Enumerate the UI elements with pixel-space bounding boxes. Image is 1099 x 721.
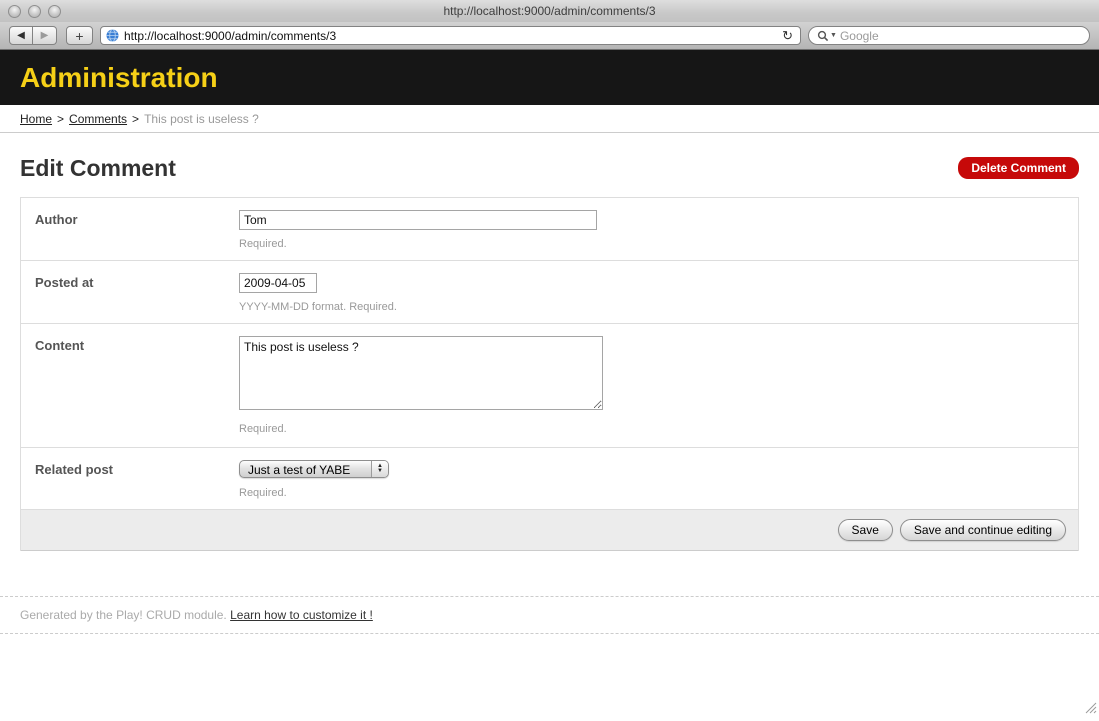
titlebar: http://localhost:9000/admin/comments/3 xyxy=(0,0,1099,22)
select-arrows-icon: ▲▼ xyxy=(371,461,388,477)
content-textarea[interactable]: This post is useless ? xyxy=(239,336,603,410)
search-options-caret-icon: ▼ xyxy=(830,32,837,39)
content-label: Content xyxy=(35,336,239,435)
edit-comment-form: Author Required. Posted at YYYY-MM-DD fo… xyxy=(20,197,1079,551)
save-button[interactable]: Save xyxy=(838,519,893,541)
delete-comment-button[interactable]: Delete Comment xyxy=(958,157,1079,179)
search-input[interactable]: ▼ Google xyxy=(808,26,1090,45)
page-title: Edit Comment xyxy=(20,155,176,182)
posted-at-help: YYYY-MM-DD format. Required. xyxy=(239,301,1064,313)
breadcrumb: Home > Comments > This post is useless ? xyxy=(0,105,1099,133)
related-post-label: Related post xyxy=(35,460,239,499)
main-content: Edit Comment Delete Comment Author Requi… xyxy=(0,153,1099,551)
search-icon: ▼ xyxy=(817,30,837,42)
back-button[interactable]: ◀ xyxy=(9,26,33,45)
reload-icon[interactable]: ↻ xyxy=(780,27,795,44)
related-post-select[interactable]: Just a test of YABE ▲▼ xyxy=(239,460,389,478)
url-text: http://localhost:9000/admin/comments/3 xyxy=(124,29,775,43)
breadcrumb-comments-link[interactable]: Comments xyxy=(69,112,127,126)
url-field[interactable]: http://localhost:9000/admin/comments/3 ↻ xyxy=(100,26,801,45)
resize-grip-icon[interactable] xyxy=(1084,701,1097,719)
posted-at-input[interactable] xyxy=(239,273,317,293)
content-help: Required. xyxy=(239,423,1064,435)
footer-text: Generated by the Play! CRUD module. xyxy=(20,608,227,622)
breadcrumb-separator: > xyxy=(132,112,139,126)
search-placeholder: Google xyxy=(840,29,879,43)
new-tab-button[interactable]: + xyxy=(66,26,93,45)
page-head: Edit Comment Delete Comment xyxy=(20,153,1079,183)
nav-buttons: ◀ ▶ xyxy=(9,26,57,45)
breadcrumb-home-link[interactable]: Home xyxy=(20,112,52,126)
footer-customize-link[interactable]: Learn how to customize it ! xyxy=(230,608,373,622)
author-label: Author xyxy=(35,210,239,250)
author-help: Required. xyxy=(239,238,1064,250)
form-row-related-post: Related post Just a test of YABE ▲▼ Requ… xyxy=(21,448,1078,510)
posted-at-label: Posted at xyxy=(35,273,239,313)
forward-button[interactable]: ▶ xyxy=(33,26,57,45)
breadcrumb-separator: > xyxy=(57,112,64,126)
window-title: http://localhost:9000/admin/comments/3 xyxy=(0,0,1099,22)
admin-header: Administration xyxy=(0,50,1099,105)
form-row-content: Content This post is useless ? Required. xyxy=(21,324,1078,448)
browser-window: http://localhost:9000/admin/comments/3 ◀… xyxy=(0,0,1099,721)
breadcrumb-current: This post is useless ? xyxy=(144,112,259,126)
related-post-selected-value: Just a test of YABE xyxy=(240,461,371,477)
form-actions: Save Save and continue editing xyxy=(21,510,1078,551)
browser-toolbar: ◀ ▶ + http://localhost:9000/admin/commen… xyxy=(0,22,1099,50)
admin-title: Administration xyxy=(20,62,218,94)
author-input[interactable] xyxy=(239,210,597,230)
save-and-continue-button[interactable]: Save and continue editing xyxy=(900,519,1066,541)
form-row-posted-at: Posted at YYYY-MM-DD format. Required. xyxy=(21,261,1078,324)
related-post-help: Required. xyxy=(239,487,1064,499)
form-row-author: Author Required. xyxy=(21,198,1078,261)
crud-footer: Generated by the Play! CRUD module. Lear… xyxy=(0,596,1099,634)
globe-icon xyxy=(106,29,119,42)
